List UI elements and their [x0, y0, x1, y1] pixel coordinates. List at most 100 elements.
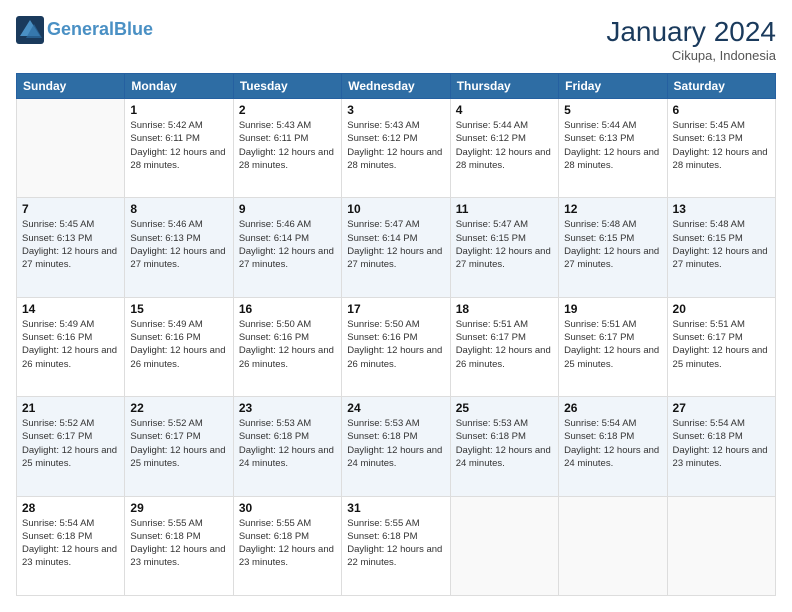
day-number: 3: [347, 103, 444, 117]
calendar-cell: 19 Sunrise: 5:51 AMSunset: 6:17 PMDayligh…: [559, 297, 667, 396]
day-number: 24: [347, 401, 444, 415]
day-number: 14: [22, 302, 119, 316]
day-info: Sunrise: 5:49 AMSunset: 6:16 PMDaylight:…: [22, 318, 119, 371]
calendar-cell: 10 Sunrise: 5:47 AMSunset: 6:14 PMDayligh…: [342, 198, 450, 297]
day-info: Sunrise: 5:43 AMSunset: 6:12 PMDaylight:…: [347, 119, 444, 172]
calendar-cell: [667, 496, 775, 595]
calendar-cell: 31 Sunrise: 5:55 AMSunset: 6:18 PMDayligh…: [342, 496, 450, 595]
day-number: 7: [22, 202, 119, 216]
day-info: Sunrise: 5:47 AMSunset: 6:14 PMDaylight:…: [347, 218, 444, 271]
day-info: Sunrise: 5:45 AMSunset: 6:13 PMDaylight:…: [22, 218, 119, 271]
day-number: 27: [673, 401, 770, 415]
day-number: 2: [239, 103, 336, 117]
calendar-cell: 8 Sunrise: 5:46 AMSunset: 6:13 PMDaylight…: [125, 198, 233, 297]
day-info: Sunrise: 5:47 AMSunset: 6:15 PMDaylight:…: [456, 218, 553, 271]
weekday-saturday: Saturday: [667, 74, 775, 99]
calendar-table: SundayMondayTuesdayWednesdayThursdayFrid…: [16, 73, 776, 596]
week-row-1: 7 Sunrise: 5:45 AMSunset: 6:13 PMDaylight…: [17, 198, 776, 297]
day-number: 22: [130, 401, 227, 415]
day-info: Sunrise: 5:53 AMSunset: 6:18 PMDaylight:…: [347, 417, 444, 470]
page: GeneralBlue January 2024 Cikupa, Indones…: [0, 0, 792, 612]
day-info: Sunrise: 5:50 AMSunset: 6:16 PMDaylight:…: [347, 318, 444, 371]
day-number: 31: [347, 501, 444, 515]
day-number: 5: [564, 103, 661, 117]
day-number: 16: [239, 302, 336, 316]
weekday-sunday: Sunday: [17, 74, 125, 99]
calendar-cell: 16 Sunrise: 5:50 AMSunset: 6:16 PMDayligh…: [233, 297, 341, 396]
calendar-cell: 7 Sunrise: 5:45 AMSunset: 6:13 PMDaylight…: [17, 198, 125, 297]
day-number: 4: [456, 103, 553, 117]
day-number: 18: [456, 302, 553, 316]
day-info: Sunrise: 5:43 AMSunset: 6:11 PMDaylight:…: [239, 119, 336, 172]
day-number: 26: [564, 401, 661, 415]
header: GeneralBlue January 2024 Cikupa, Indones…: [16, 16, 776, 63]
calendar-cell: 11 Sunrise: 5:47 AMSunset: 6:15 PMDayligh…: [450, 198, 558, 297]
day-info: Sunrise: 5:54 AMSunset: 6:18 PMDaylight:…: [22, 517, 119, 570]
calendar-cell: 4 Sunrise: 5:44 AMSunset: 6:12 PMDaylight…: [450, 99, 558, 198]
title-section: January 2024 Cikupa, Indonesia: [606, 16, 776, 63]
week-row-2: 14 Sunrise: 5:49 AMSunset: 6:16 PMDayligh…: [17, 297, 776, 396]
day-number: 1: [130, 103, 227, 117]
day-info: Sunrise: 5:44 AMSunset: 6:12 PMDaylight:…: [456, 119, 553, 172]
day-number: 19: [564, 302, 661, 316]
calendar-cell: 28 Sunrise: 5:54 AMSunset: 6:18 PMDayligh…: [17, 496, 125, 595]
calendar-cell: 5 Sunrise: 5:44 AMSunset: 6:13 PMDaylight…: [559, 99, 667, 198]
calendar-cell: 6 Sunrise: 5:45 AMSunset: 6:13 PMDaylight…: [667, 99, 775, 198]
day-info: Sunrise: 5:55 AMSunset: 6:18 PMDaylight:…: [347, 517, 444, 570]
day-number: 10: [347, 202, 444, 216]
calendar-cell: 1 Sunrise: 5:42 AMSunset: 6:11 PMDaylight…: [125, 99, 233, 198]
calendar-cell: 23Sunrise: 5:53 AMSunset: 6:18 PMDayligh…: [233, 397, 341, 496]
logo-general: General: [47, 19, 114, 39]
day-info: Sunrise: 5:49 AMSunset: 6:16 PMDaylight:…: [130, 318, 227, 371]
day-number: 21: [22, 401, 119, 415]
day-number: 12: [564, 202, 661, 216]
day-info: Sunrise: 5:54 AMSunset: 6:18 PMDaylight:…: [564, 417, 661, 470]
day-number: 23: [239, 401, 336, 415]
day-number: 13: [673, 202, 770, 216]
weekday-wednesday: Wednesday: [342, 74, 450, 99]
day-info: Sunrise: 5:45 AMSunset: 6:13 PMDaylight:…: [673, 119, 770, 172]
day-number: 8: [130, 202, 227, 216]
calendar-cell: 29Sunrise: 5:55 AMSunset: 6:18 PMDayligh…: [125, 496, 233, 595]
calendar-cell: 13Sunrise: 5:48 AMSunset: 6:15 PMDayligh…: [667, 198, 775, 297]
day-number: 28: [22, 501, 119, 515]
week-row-0: 1 Sunrise: 5:42 AMSunset: 6:11 PMDaylight…: [17, 99, 776, 198]
week-row-4: 28 Sunrise: 5:54 AMSunset: 6:18 PMDayligh…: [17, 496, 776, 595]
day-number: 25: [456, 401, 553, 415]
day-info: Sunrise: 5:46 AMSunset: 6:13 PMDaylight:…: [130, 218, 227, 271]
weekday-monday: Monday: [125, 74, 233, 99]
day-number: 20: [673, 302, 770, 316]
calendar-cell: 18 Sunrise: 5:51 AMSunset: 6:17 PMDayligh…: [450, 297, 558, 396]
weekday-header-row: SundayMondayTuesdayWednesdayThursdayFrid…: [17, 74, 776, 99]
day-number: 6: [673, 103, 770, 117]
calendar-cell: 22 Sunrise: 5:52 AMSunset: 6:17 PMDayligh…: [125, 397, 233, 496]
day-info: Sunrise: 5:51 AMSunset: 6:17 PMDaylight:…: [673, 318, 770, 371]
week-row-3: 21 Sunrise: 5:52 AMSunset: 6:17 PMDayligh…: [17, 397, 776, 496]
day-info: Sunrise: 5:52 AMSunset: 6:17 PMDaylight:…: [130, 417, 227, 470]
day-info: Sunrise: 5:42 AMSunset: 6:11 PMDaylight:…: [130, 119, 227, 172]
logo-icon: [16, 16, 44, 44]
calendar-cell: 3 Sunrise: 5:43 AMSunset: 6:12 PMDaylight…: [342, 99, 450, 198]
calendar-cell: [17, 99, 125, 198]
day-info: Sunrise: 5:50 AMSunset: 6:16 PMDaylight:…: [239, 318, 336, 371]
weekday-tuesday: Tuesday: [233, 74, 341, 99]
calendar-cell: 17Sunrise: 5:50 AMSunset: 6:16 PMDayligh…: [342, 297, 450, 396]
month-title: January 2024: [606, 16, 776, 48]
day-info: Sunrise: 5:51 AMSunset: 6:17 PMDaylight:…: [456, 318, 553, 371]
day-number: 30: [239, 501, 336, 515]
day-info: Sunrise: 5:44 AMSunset: 6:13 PMDaylight:…: [564, 119, 661, 172]
day-number: 11: [456, 202, 553, 216]
day-info: Sunrise: 5:46 AMSunset: 6:14 PMDaylight:…: [239, 218, 336, 271]
calendar-cell: 14 Sunrise: 5:49 AMSunset: 6:16 PMDayligh…: [17, 297, 125, 396]
day-number: 9: [239, 202, 336, 216]
calendar-cell: 12Sunrise: 5:48 AMSunset: 6:15 PMDayligh…: [559, 198, 667, 297]
day-info: Sunrise: 5:55 AMSunset: 6:18 PMDaylight:…: [130, 517, 227, 570]
calendar-cell: 15 Sunrise: 5:49 AMSunset: 6:16 PMDayligh…: [125, 297, 233, 396]
calendar-cell: 26 Sunrise: 5:54 AMSunset: 6:18 PMDayligh…: [559, 397, 667, 496]
day-info: Sunrise: 5:54 AMSunset: 6:18 PMDaylight:…: [673, 417, 770, 470]
day-info: Sunrise: 5:51 AMSunset: 6:17 PMDaylight:…: [564, 318, 661, 371]
logo-text: GeneralBlue: [47, 20, 153, 40]
calendar-cell: 30Sunrise: 5:55 AMSunset: 6:18 PMDayligh…: [233, 496, 341, 595]
day-info: Sunrise: 5:53 AMSunset: 6:18 PMDaylight:…: [456, 417, 553, 470]
day-number: 15: [130, 302, 227, 316]
